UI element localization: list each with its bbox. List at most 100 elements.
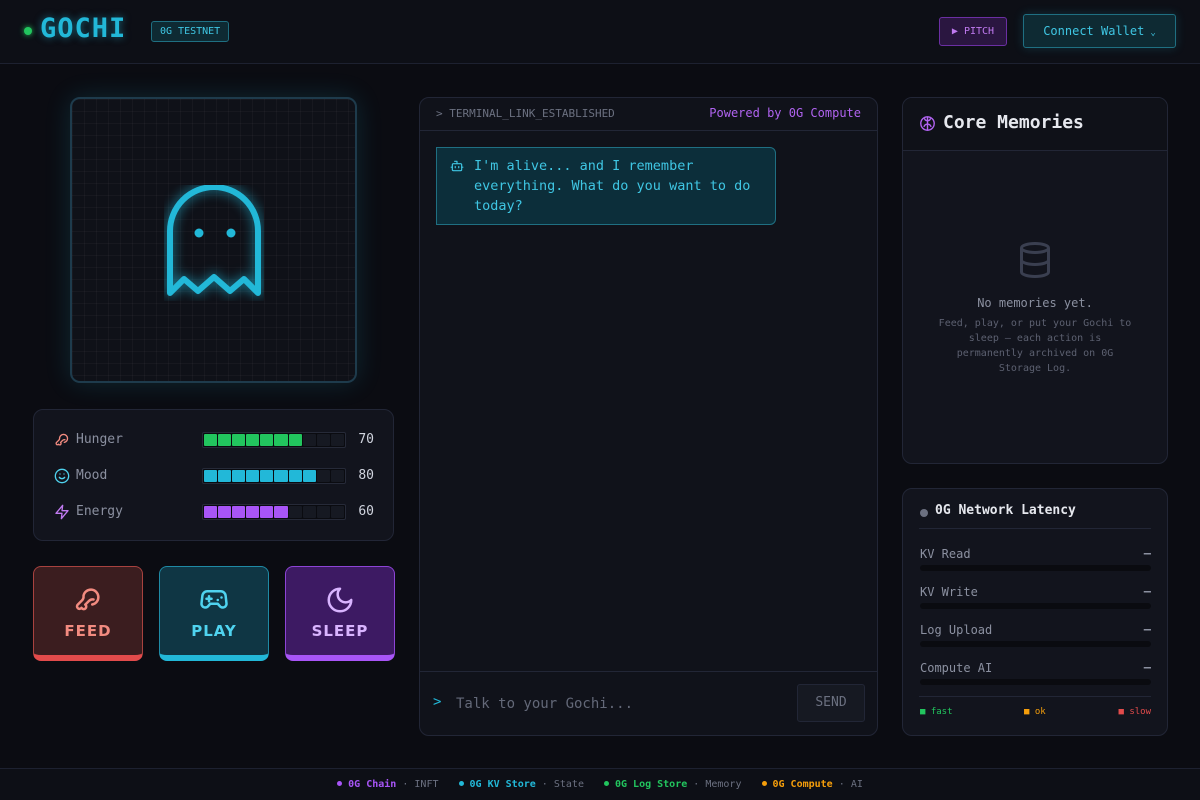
bar-segment [302,434,316,446]
bar-segment [274,506,288,518]
footer-dot [604,781,609,786]
bar-segment [218,506,232,518]
stat-value: 80 [358,468,374,483]
bar-segment [316,434,330,446]
powered-by-link[interactable]: Powered by 0G Compute [709,106,861,120]
footer-role: AI [850,779,863,790]
footer-item-compute: 0G Compute · AI [761,779,863,790]
bar-segment [288,470,302,482]
stat-hunger: Hunger 70 [54,430,374,450]
top-header: GOCHI 0G TESTNET ▶ PITCH Connect Wallet ⌄ [0,0,1200,64]
feed-button[interactable]: FEED [33,566,143,661]
network-badge: 0G TESTNET [151,21,230,42]
latency-row: Compute AI — [920,660,1151,691]
app-logo[interactable]: GOCHI [40,13,126,44]
bar-segment [330,434,344,446]
network-latency-panel: 0G Network Latency KV Read — KV Write — … [902,488,1168,736]
connect-wallet-label: Connect Wallet [1043,24,1145,38]
footer-role: State [553,779,584,790]
brain-icon [920,116,935,131]
chat-message: I'm alive... and I remember everything. … [436,147,776,225]
pitch-button[interactable]: ▶ PITCH [939,17,1007,46]
send-button[interactable]: SEND [797,684,865,722]
ghost-icon [167,185,261,296]
pet-display [70,97,357,383]
status-dot [24,27,32,35]
drumstick-icon [75,588,100,611]
bar-segment [260,470,274,482]
terminal-title: > TERMINAL_LINK_ESTABLISHED [436,107,615,120]
bar-segment [232,434,246,446]
footer-item-chain: 0G Chain · INFT [337,779,439,790]
footer-sep: · [693,779,700,790]
footer-name: 0G KV Store [469,779,536,790]
mood-bar [202,468,346,484]
play-label: PLAY [191,622,237,640]
bar-segment [316,506,330,518]
stat-mood: Mood 80 [54,466,374,486]
latency-value: — [1143,660,1151,674]
bar-segment [246,470,260,482]
stat-value: 60 [358,504,374,519]
bar-segment [302,506,316,518]
bot-icon [450,160,464,172]
moon-icon [327,587,353,613]
footer-dot [761,781,767,786]
latency-row: Log Upload — [920,622,1151,653]
footer-name: 0G Compute [772,779,833,790]
latency-bar [920,565,1151,571]
terminal-header: > TERMINAL_LINK_ESTABLISHED Powered by 0… [420,98,877,131]
smile-icon [54,468,70,484]
stat-value: 70 [358,432,374,447]
sleep-label: SLEEP [311,622,369,640]
bar-segment [232,506,246,518]
memories-empty-description: Feed, play, or put your Gochi to sleep —… [938,318,1132,374]
footer: 0G Chain · INFT 0G KV Store · State 0G L… [0,768,1200,800]
footer-role: INFT [414,779,439,790]
legend-fast: ■ fast [920,707,953,717]
latency-row: KV Write — [920,584,1151,615]
chat-input-bar: > SEND [420,671,877,735]
latency-value: — [1143,584,1151,598]
latency-name: Compute AI [920,661,993,675]
divider [919,696,1151,697]
divider [919,528,1151,529]
feed-label: FEED [64,622,112,640]
latency-name: Log Upload [920,623,993,637]
legend-slow: ■ slow [1118,707,1151,717]
chat-terminal: > TERMINAL_LINK_ESTABLISHED Powered by 0… [419,97,878,736]
latency-value: — [1143,546,1151,560]
bar-segment [260,434,274,446]
bar-segment [218,434,232,446]
footer-name: 0G Log Store [615,779,688,790]
latency-status-dot [920,509,928,517]
bar-segment [218,470,232,482]
stats-panel: Hunger 70 Mood 80 Energy 60 [33,409,394,541]
sleep-button[interactable]: SLEEP [285,566,395,661]
footer-sep: · [541,779,548,790]
latency-name: KV Read [920,547,971,561]
stat-energy: Energy 60 [54,502,374,522]
gamepad-icon [200,589,228,609]
footer-name: 0G Chain [348,779,397,790]
prompt-symbol: > [433,694,442,710]
core-memories-panel: Core Memories No memories yet. Feed, pla… [902,97,1168,464]
chevron-down-icon: ⌄ [1150,28,1156,38]
footer-sep: · [838,779,845,790]
footer-items: 0G Chain · INFT 0G KV Store · State 0G L… [0,779,1200,790]
chat-input[interactable] [456,690,786,718]
stat-label: Hunger [76,432,123,447]
footer-item-log: 0G Log Store · Memory [604,779,741,790]
drumstick-icon [55,433,69,446]
database-icon [1020,242,1050,279]
connect-wallet-button[interactable]: Connect Wallet ⌄ [1023,14,1176,48]
latency-bar [920,603,1151,609]
play-button[interactable]: PLAY [159,566,269,661]
bar-segment [232,470,246,482]
bar-segment [204,434,218,446]
bar-segment [246,506,260,518]
footer-role: Memory [705,779,742,790]
energy-bar [202,504,346,520]
bar-segment [274,434,288,446]
lightning-icon [55,504,69,520]
